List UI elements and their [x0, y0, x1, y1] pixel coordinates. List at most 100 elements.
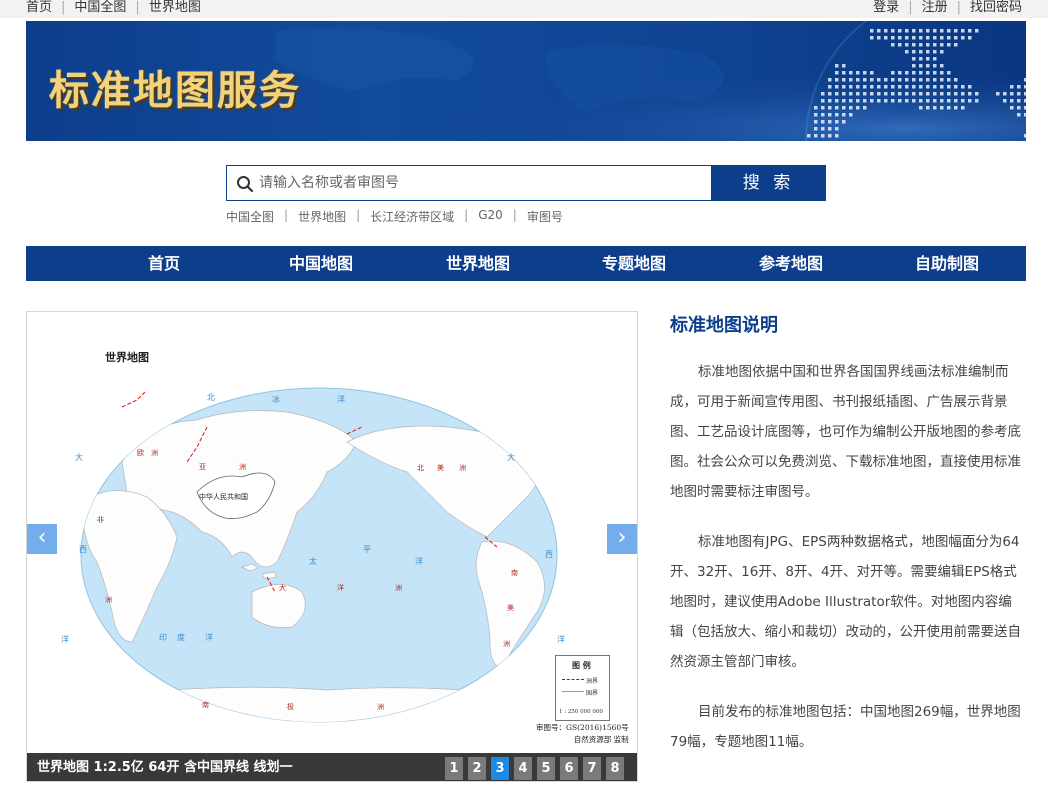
- label-africa-1: 非: [97, 515, 104, 524]
- description-paragraph-3: 目前发布的标准地图包括：中国地图269幅，世界地图79幅，专题地图11幅。: [670, 704, 1021, 750]
- register-link[interactable]: 注册: [922, 0, 948, 16]
- label-atlantic-left-1: 大: [75, 452, 83, 462]
- label-oceania-2: 洋: [337, 583, 344, 592]
- nav-item-custom-mapping[interactable]: 自助制图: [915, 246, 979, 281]
- recover-password-link[interactable]: 找回密码: [970, 0, 1022, 16]
- label-atlantic-left-3: 洋: [61, 634, 69, 644]
- map-approval-info: 审图号：GS(2016)1560号 自然资源部 监制: [536, 722, 629, 746]
- top-link-home[interactable]: 首页: [26, 0, 52, 16]
- label-pacific-3: 洋: [415, 556, 423, 566]
- label-north-america-1: 北: [417, 464, 424, 472]
- site-title: 标准地图服务: [49, 68, 301, 114]
- separator: |: [956, 0, 961, 15]
- top-link-world-map[interactable]: 世界地图: [149, 0, 201, 16]
- separator: |: [61, 0, 66, 15]
- label-antarctica-3: 洲: [377, 703, 384, 711]
- separator: |: [464, 208, 469, 222]
- map-description-panel: 标准地图说明 标准地图依据中国和世界各国国界线画法标准编制而成，可用于新闻宣传用…: [670, 313, 1022, 777]
- label-indian-3: 洋: [205, 632, 213, 642]
- supervisor-text: 自然资源部 监制: [573, 735, 629, 744]
- quick-link-g20[interactable]: G20: [478, 208, 503, 225]
- label-north-ocean-3: 洋: [337, 394, 345, 404]
- main-navigation: 首页 中国地图 世界地图 专题地图 参考地图 自助制图: [26, 246, 1026, 281]
- top-right-links: 登录 | 注册 | 找回密码: [873, 0, 1022, 16]
- quick-link-yangtze-region[interactable]: 长江经济带区域: [370, 208, 454, 225]
- carousel-next-button[interactable]: ›: [607, 524, 637, 554]
- world-map-image[interactable]: 北 冰 洋 大 西 洋 大 西 洋 太 平 洋 印 度 洋 欧 洲 亚 洲 非 …: [27, 312, 637, 753]
- search-icon: [237, 176, 254, 193]
- carousel-caption: 世界地图 1:2.5亿 64开 含中国界线 线划一: [37, 760, 293, 775]
- label-atlantic-right-1: 大: [507, 452, 515, 462]
- carousel-caption-bar: 世界地图 1:2.5亿 64开 含中国界线 线划一 1 2 3 4 5 6 7 …: [27, 753, 637, 781]
- label-pacific-1: 太: [309, 556, 317, 566]
- label-south-america-3: 洲: [503, 640, 510, 648]
- site-banner: 标准地图服务: [26, 21, 1026, 141]
- label-north-ocean-2: 冰: [272, 394, 280, 404]
- description-paragraph-1: 标准地图依据中国和世界各国国界线画法标准编制而成，可用于新闻宣传用图、书刊报纸插…: [670, 364, 1021, 500]
- label-indian-1: 印: [159, 633, 167, 642]
- map-scale: 1 : 250 000 000: [559, 709, 603, 715]
- map-title: 世界地图: [105, 351, 149, 364]
- nav-item-thematic-map[interactable]: 专题地图: [602, 246, 666, 281]
- search-bar: 搜 索: [226, 165, 826, 201]
- label-north-america-3: 洲: [459, 464, 466, 472]
- separator: |: [512, 208, 517, 222]
- quick-links: 中国全图 | 世界地图 | 长江经济带区域 | G20 | 审图号: [226, 208, 563, 225]
- label-africa-2: 洲: [105, 596, 112, 604]
- map-carousel: 北 冰 洋 大 西 洋 大 西 洋 太 平 洋 印 度 洋 欧 洲 亚 洲 非 …: [26, 311, 638, 782]
- approval-number: 审图号：GS(2016)1560号: [536, 723, 629, 732]
- quick-link-approval-number[interactable]: 审图号: [527, 208, 563, 225]
- legend-continent-label: 洲界: [586, 678, 599, 685]
- carousel-page-8[interactable]: 8: [606, 757, 624, 780]
- label-antarctica-2: 极: [287, 702, 294, 711]
- nav-item-reference-map[interactable]: 参考地图: [759, 246, 823, 281]
- label-china: 中华人民共和国: [199, 492, 248, 501]
- label-europe-1: 欧: [137, 448, 144, 457]
- map-legend: 图 例 洲界 国界 1 : 250 000 000: [555, 655, 610, 721]
- carousel-page-6[interactable]: 6: [560, 757, 578, 780]
- nav-item-world-map[interactable]: 世界地图: [446, 246, 510, 281]
- top-link-china-map[interactable]: 中国全图: [74, 0, 126, 16]
- carousel-page-5[interactable]: 5: [537, 757, 555, 780]
- search-box: [226, 165, 712, 201]
- legend-continent-line: [562, 679, 584, 680]
- quick-link-world-map[interactable]: 世界地图: [298, 208, 346, 225]
- label-south-america-1: 南: [511, 568, 518, 577]
- separator: |: [284, 208, 289, 222]
- search-input[interactable]: [259, 172, 699, 194]
- separator: |: [356, 208, 361, 222]
- label-south-america-2: 美: [507, 603, 514, 612]
- label-asia-1: 亚: [199, 463, 206, 471]
- legend-border-label: 国界: [586, 690, 599, 697]
- nav-item-home[interactable]: 首页: [148, 246, 180, 281]
- label-antarctica-1: 南: [202, 700, 209, 709]
- label-north-ocean-1: 北: [207, 393, 215, 402]
- description-heading: 标准地图说明: [670, 315, 778, 336]
- label-pacific-2: 平: [363, 545, 371, 554]
- label-atlantic-right-3: 洋: [557, 634, 565, 644]
- label-oceania-1: 大: [279, 583, 286, 592]
- nav-item-china-map[interactable]: 中国地图: [289, 246, 353, 281]
- label-europe-2: 洲: [151, 449, 158, 457]
- carousel-page-2[interactable]: 2: [468, 757, 486, 780]
- carousel-page-1[interactable]: 1: [445, 757, 463, 780]
- carousel-pager: 1 2 3 4 5 6 7 8: [445, 757, 629, 780]
- label-indian-2: 度: [177, 632, 185, 642]
- login-link[interactable]: 登录: [873, 0, 899, 16]
- separator: |: [135, 0, 140, 15]
- carousel-page-7[interactable]: 7: [583, 757, 601, 780]
- search-button[interactable]: 搜 索: [711, 165, 826, 201]
- carousel-page-3[interactable]: 3: [491, 757, 509, 780]
- label-asia-2: 洲: [239, 463, 246, 471]
- top-left-links: 首页 | 中国全图 | 世界地图: [26, 0, 201, 16]
- carousel-prev-button[interactable]: ‹: [27, 524, 57, 554]
- carousel-page-4[interactable]: 4: [514, 757, 532, 780]
- separator: |: [908, 0, 913, 15]
- legend-border-line: [562, 691, 584, 692]
- legend-title: 图 例: [572, 660, 591, 670]
- label-north-america-2: 美: [437, 463, 444, 472]
- description-paragraph-2: 标准地图有JPG、EPS两种数据格式，地图幅面分为64开、32开、16开、8开、…: [670, 534, 1021, 670]
- quick-link-china-full[interactable]: 中国全图: [226, 208, 274, 225]
- label-atlantic-right-2: 西: [545, 550, 553, 559]
- label-atlantic-left-2: 西: [79, 545, 87, 554]
